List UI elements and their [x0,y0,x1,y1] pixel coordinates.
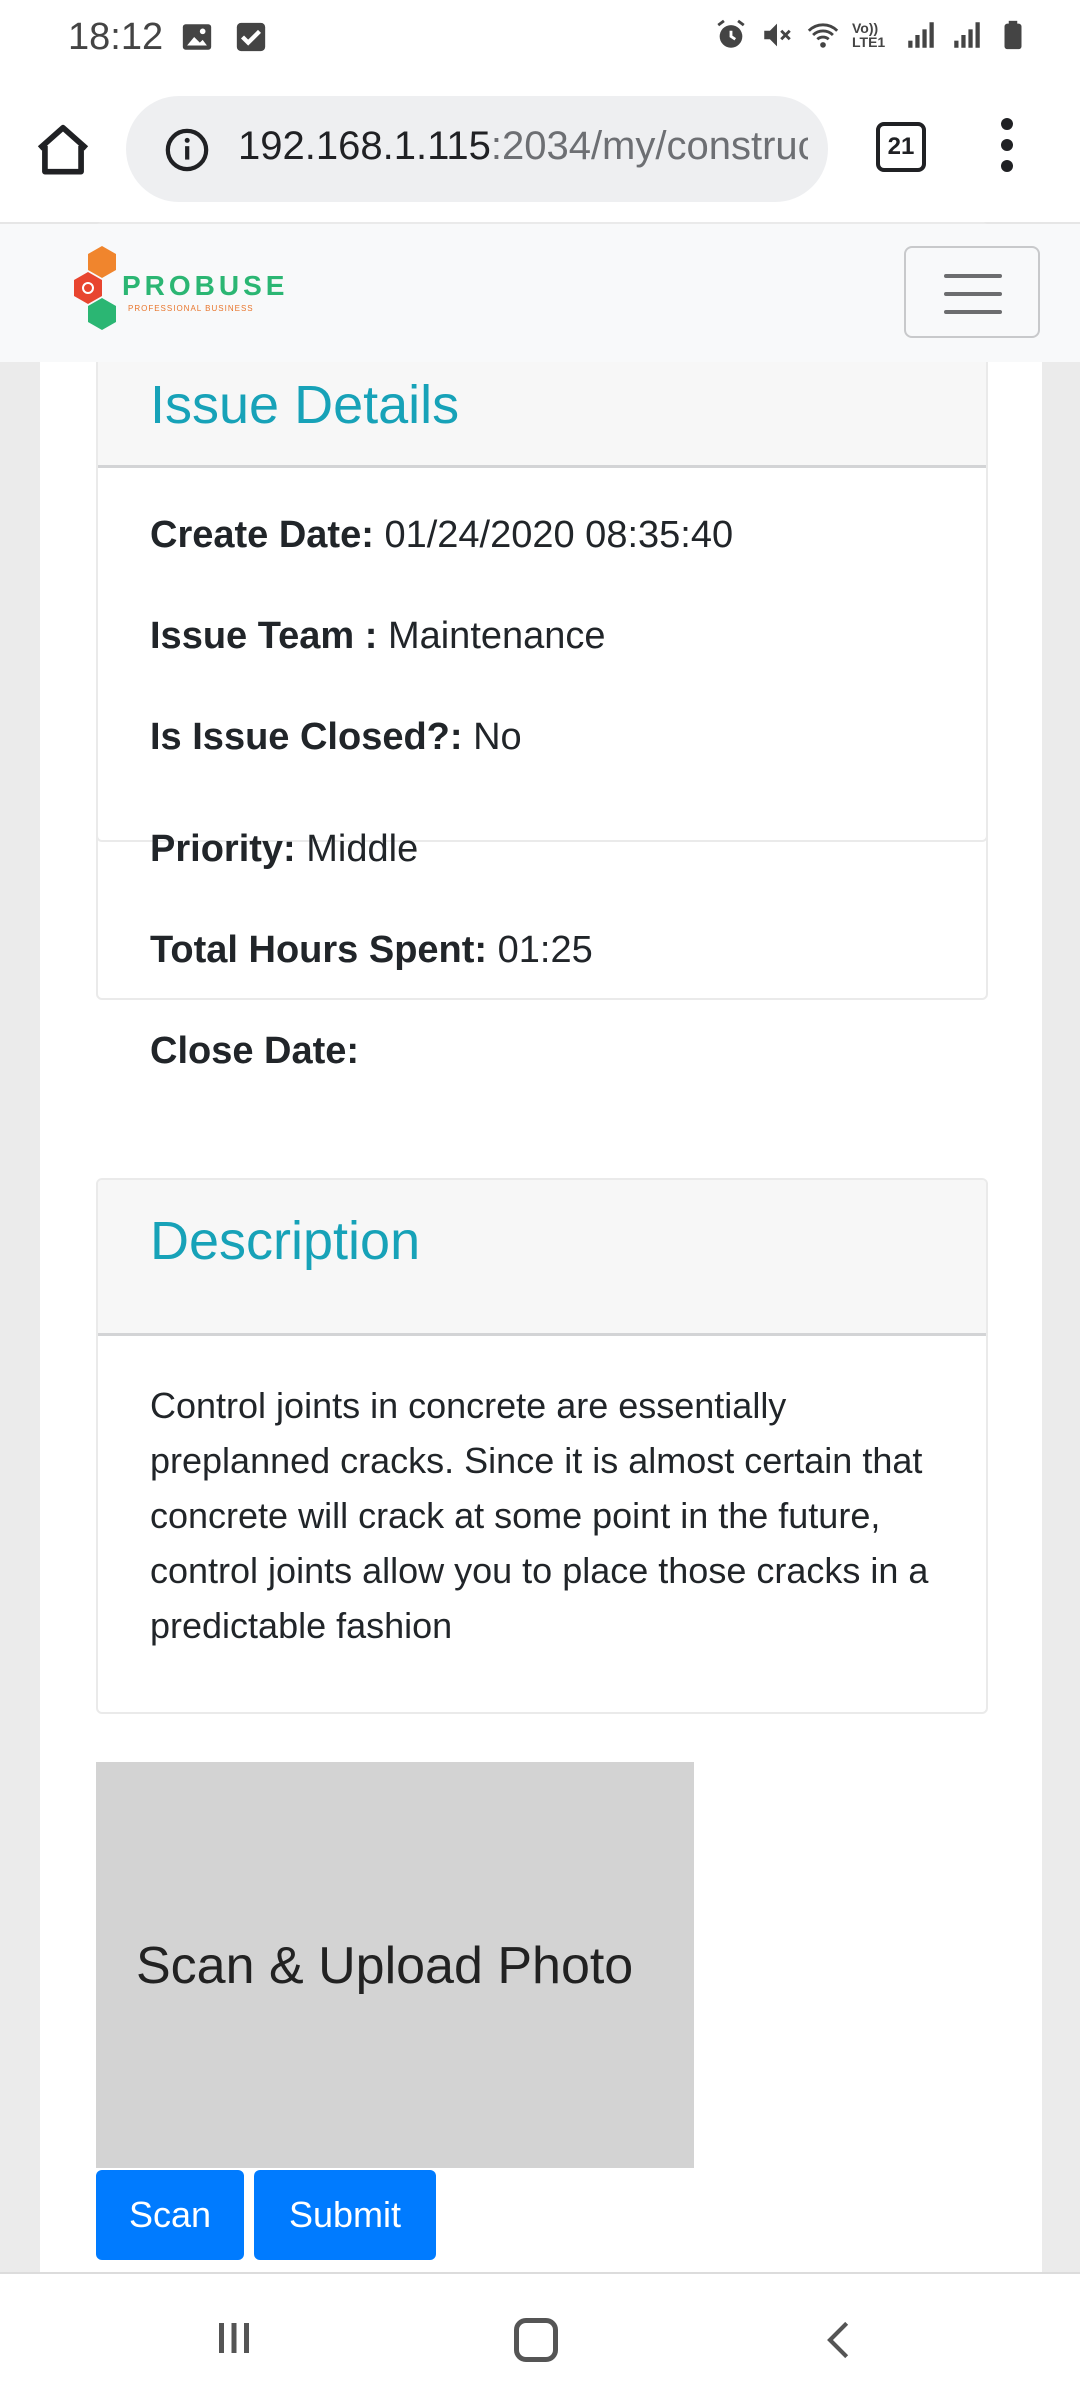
issue-team-row: Issue Team : Maintenance [150,615,606,658]
create-date-label: Create Date: [150,514,374,556]
site-navbar: PROBUSE PROFESSIONAL BUSINESS [0,224,1080,362]
recent-apps-icon[interactable] [214,2318,254,2358]
menu-dot [1001,160,1013,172]
address-bar[interactable]: 192.168.1.115:2034/my/construct [126,96,828,202]
status-left-icons [180,20,268,54]
url-path: :2034/my/construct [490,124,808,168]
description-header: Description [98,1180,986,1336]
description-title: Description [150,1211,421,1271]
issue-closed-value: No [473,716,522,758]
scan-upload-photo-label: Scan & Upload Photo [136,1937,634,1995]
image-icon [182,24,212,50]
logo-text: PROBUSE [122,270,289,301]
logo-subtext: PROFESSIONAL BUSINESS [128,304,254,313]
total-hours-label: Total Hours Spent: [150,929,488,971]
tab-switcher-button[interactable]: 21 [876,122,926,172]
total-hours-row: Total Hours Spent: 01:25 [150,929,593,972]
submit-button[interactable]: Submit [254,2170,436,2260]
menu-dot [1001,139,1013,151]
hamburger-icon [944,310,1002,314]
issue-team-label: Issue Team : [150,615,378,657]
url-text[interactable]: 192.168.1.115:2034/my/construct [238,124,808,169]
scan-upload-photo-area[interactable]: Scan & Upload Photo [96,1762,694,2168]
status-bar: 18:12 Vo)) LTE1 [0,0,1080,78]
alarm-icon [717,19,745,48]
signal-icon [908,22,934,48]
issue-team-value: Maintenance [387,615,606,657]
description-card: Description Control joints in concrete a… [96,1178,988,1714]
issue-closed-label: Is Issue Closed?: [150,716,463,758]
signal-icon [954,22,980,48]
check-box-icon [236,22,266,52]
home-icon[interactable] [32,120,94,182]
volte-icon: Vo)) LTE1 [852,20,886,50]
close-date-row: Close Date: [150,1030,359,1073]
status-right-icons: Vo)) LTE1 [714,18,1030,52]
description-text: Control joints in concrete are essential… [150,1385,929,1646]
hamburger-icon [944,274,1002,278]
scan-button[interactable]: Scan [96,2170,244,2260]
total-hours-value: 01:25 [497,929,593,971]
status-time: 18:12 [68,16,164,58]
mute-icon [764,23,791,47]
more-menu-icon[interactable] [992,118,1022,178]
info-icon[interactable] [164,127,210,173]
create-date-row: Create Date: 01/24/2020 08:35:40 [150,514,733,557]
priority-label: Priority: [150,828,296,870]
issue-details-title: Issue Details [150,375,460,435]
priority-row: Priority: Middle [150,828,418,871]
url-host: 192.168.1.115 [238,124,491,168]
probuse-logo[interactable]: PROBUSE PROFESSIONAL BUSINESS [72,244,284,344]
hamburger-icon [944,292,1002,296]
create-date-value: 01/24/2020 08:35:40 [384,514,734,556]
back-icon[interactable] [820,2316,860,2364]
battery-icon [1004,20,1022,50]
navbar-toggle-button[interactable] [904,246,1040,338]
system-navigation-bar [0,2272,1080,2400]
menu-dot [1001,118,1013,130]
close-date-label: Close Date: [150,1030,360,1072]
wifi-icon [807,23,839,48]
browser-toolbar: 192.168.1.115:2034/my/construct 21 [0,78,1080,224]
issue-closed-row: Is Issue Closed?: No [150,716,522,759]
priority-value: Middle [306,828,419,870]
home-nav-icon[interactable] [514,2318,558,2362]
logo-hexagons-icon [74,246,116,330]
